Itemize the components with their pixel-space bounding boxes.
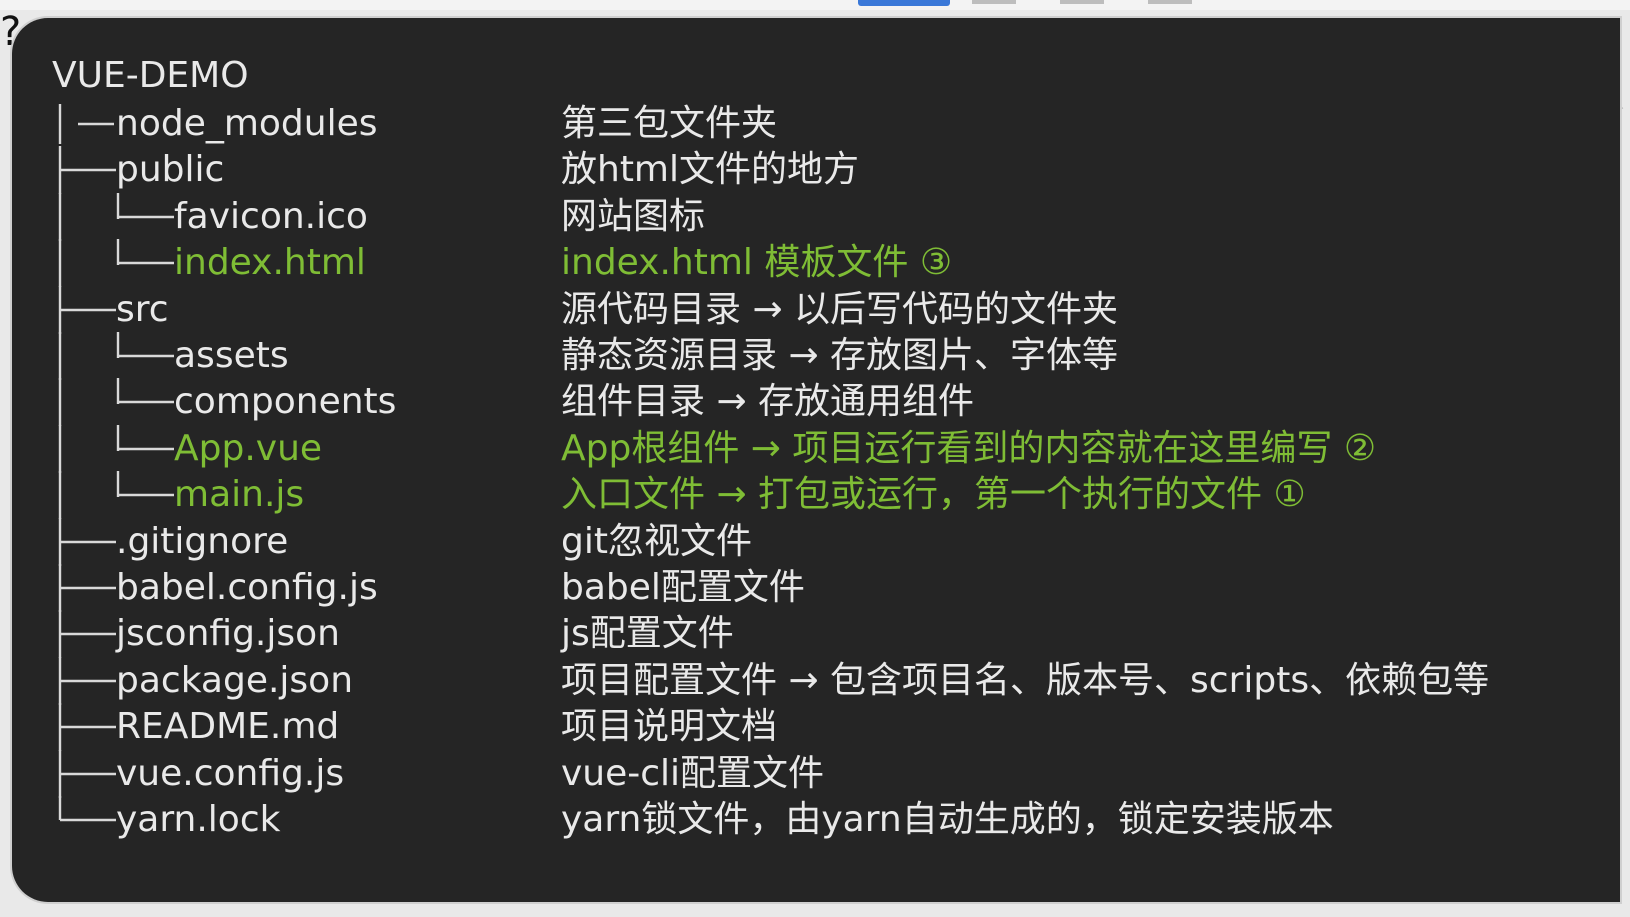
file-name[interactable]: .gitignore bbox=[116, 520, 288, 564]
tree-connector bbox=[58, 471, 174, 520]
tree-connector bbox=[58, 239, 174, 288]
file-description: 项目配置文件 → 包含项目名、版本号、scripts、依赖包等 bbox=[561, 659, 1490, 701]
file-description: 静态资源目录 → 存放图片、字体等 bbox=[561, 335, 1119, 376]
window-top-strip bbox=[0, 0, 1630, 10]
file-description: 第三包文件夹 bbox=[561, 103, 778, 144]
tree-connector bbox=[58, 564, 116, 612]
file-description: 源代码目录 → 以后写代码的文件夹 bbox=[561, 288, 1119, 330]
file-description: 项目说明文档 bbox=[561, 706, 778, 748]
tree-row[interactable]: node_modules 第三包文件夹 bbox=[12, 100, 1620, 148]
tree-connector bbox=[58, 104, 114, 144]
tree-row[interactable]: babel.config.js babel配置文件 bbox=[12, 564, 1620, 612]
file-name[interactable]: jsconfig.json bbox=[116, 612, 340, 656]
tree-connector bbox=[58, 424, 174, 473]
tree-row[interactable]: components 组件目录 → 存放通用组件 bbox=[12, 378, 1620, 427]
tab-indicator[interactable] bbox=[972, 0, 1016, 4]
file-name[interactable]: src bbox=[116, 288, 169, 332]
tree-connector bbox=[58, 749, 116, 798]
tree-row[interactable]: package.json 项目配置文件 → 包含项目名、版本号、scripts、依… bbox=[12, 656, 1620, 705]
tree-row[interactable]: jsconfig.json js配置文件 bbox=[12, 610, 1620, 659]
tree-row[interactable]: main.js 入口文件 → 打包或运行，第一个执行的文件 ① bbox=[12, 471, 1620, 520]
tree-connector bbox=[58, 146, 116, 195]
tree-row[interactable]: yarn.lock yarn锁文件，由yarn自动生成的，锁定安装版本 bbox=[12, 796, 1620, 844]
file-description: vue-cli配置文件 bbox=[561, 752, 825, 794]
tree-connector bbox=[58, 656, 116, 705]
tree-row[interactable]: index.html index.html 模板文件 ③ bbox=[12, 239, 1620, 288]
tree-row[interactable]: favicon.ico 网站图标 bbox=[12, 192, 1620, 241]
file-name[interactable]: main.js bbox=[174, 473, 304, 517]
file-name[interactable]: vue.config.js bbox=[116, 752, 344, 796]
file-description: 放html文件的地方 bbox=[561, 149, 860, 191]
tree-row[interactable]: App.vue App根组件 → 项目运行看到的内容就在这里编写 ② bbox=[12, 424, 1620, 473]
tab-indicator[interactable] bbox=[1148, 0, 1192, 4]
file-name[interactable]: babel.config.js bbox=[116, 566, 378, 610]
file-description: 网站图标 bbox=[561, 195, 706, 237]
tree-connector bbox=[58, 796, 116, 822]
file-description: 入口文件 → 打包或运行，第一个执行的文件 ① bbox=[561, 474, 1306, 516]
tree-connector bbox=[58, 610, 116, 659]
file-name[interactable]: yarn.lock bbox=[116, 798, 280, 842]
tree-row[interactable]: .gitignore git忽视文件 bbox=[12, 517, 1620, 566]
tree-connector bbox=[58, 285, 116, 334]
directory-tree-panel: VUE-DEMO node_modules 第三包文件夹 public 放html文件… bbox=[12, 18, 1620, 902]
tree-connector bbox=[58, 332, 174, 380]
tree-row[interactable]: assets 静态资源目录 → 存放图片、字体等 bbox=[12, 332, 1620, 380]
file-description: 组件目录 → 存放通用组件 bbox=[561, 381, 975, 423]
tree-row[interactable]: README.md 项目说明文档 bbox=[12, 703, 1620, 752]
tree-connector bbox=[58, 517, 116, 566]
tree-row[interactable]: src 源代码目录 → 以后写代码的文件夹 bbox=[12, 285, 1620, 334]
tab-indicator[interactable] bbox=[1060, 0, 1104, 4]
file-description: git忽视文件 bbox=[561, 520, 752, 562]
active-tab-indicator[interactable] bbox=[858, 0, 950, 6]
file-name[interactable]: node_modules bbox=[116, 102, 378, 146]
file-name[interactable]: App.vue bbox=[174, 427, 322, 471]
tree-connector bbox=[58, 192, 174, 241]
file-name[interactable]: package.json bbox=[116, 659, 353, 703]
file-name[interactable]: components bbox=[174, 380, 396, 424]
tree-row[interactable]: vue.config.js vue-cli配置文件 bbox=[12, 749, 1620, 798]
file-name[interactable]: favicon.ico bbox=[174, 195, 368, 239]
file-name[interactable]: public bbox=[116, 148, 224, 192]
tree-connector bbox=[58, 703, 116, 752]
tree-row[interactable]: public 放html文件的地方 bbox=[12, 146, 1620, 195]
file-description: index.html 模板文件 ③ bbox=[561, 242, 953, 284]
file-description: babel配置文件 bbox=[561, 567, 805, 608]
root-folder-title: VUE-DEMO bbox=[52, 55, 249, 96]
file-description: js配置文件 bbox=[561, 613, 734, 655]
file-name[interactable]: assets bbox=[174, 334, 289, 378]
file-name[interactable]: index.html bbox=[174, 241, 366, 285]
file-name[interactable]: README.md bbox=[116, 705, 339, 749]
tree-connector bbox=[58, 378, 174, 427]
file-description: App根组件 → 项目运行看到的内容就在这里编写 ② bbox=[561, 427, 1377, 469]
file-description: yarn锁文件，由yarn自动生成的，锁定安装版本 bbox=[561, 799, 1334, 840]
